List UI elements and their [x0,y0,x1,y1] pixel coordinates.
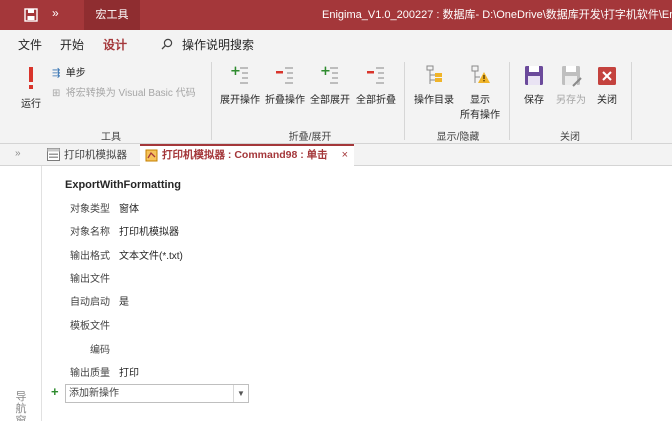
close-label: 关闭 [597,95,617,106]
arg-label: 自动启动 [70,297,110,308]
arg-encoding: 编码 [90,341,110,356]
close-button[interactable]: 关闭 [590,64,624,106]
expand-action-button[interactable]: + 展开操作 [218,64,262,106]
svg-text:+: + [230,64,241,79]
window-title: Enigima_V1.0_200227 : 数据库- D:\OneDrive\数… [322,9,672,21]
arg-label: 输出文件 [70,274,110,285]
group-divider [631,62,632,140]
arg-value[interactable]: 打印 [119,364,139,379]
arg-template-file: 模板文件 [70,317,110,332]
show-all-actions-button[interactable]: 显示 所有操作 [457,64,503,121]
convert-macro-icon: ⊞ [52,88,61,99]
ribbon: 运行 ⇶ 单步 ⊞ 将宏转换为 Visual Basic 代码 工具 + 展开操… [0,56,672,144]
save-as-label: 另存为 [556,95,586,106]
convert-macro-label: 将宏转换为 Visual Basic 代码 [65,88,196,99]
save-label: 保存 [524,95,544,106]
collapse-action-icon [276,67,293,84]
run-icon [29,67,33,89]
run-button[interactable]: 运行 [14,66,48,110]
svg-text:+: + [320,64,331,79]
collapse-all-button[interactable]: 全部折叠 [354,64,398,106]
form-icon [47,148,60,161]
expand-action-icon: + [230,64,248,84]
navigation-pane-label: 导航窗格 [15,391,27,421]
close-icon [598,67,616,85]
tell-me-search[interactable]: 操作说明搜索 [182,36,254,53]
quick-access-more-icon[interactable]: » [52,6,59,20]
context-tab-macro-tools: 宏工具 [84,0,140,30]
expand-all-label: 全部展开 [310,95,350,106]
nav-pane-toggle-icon[interactable]: » [15,148,21,159]
doc-tab-label: 打印机模拟器 : Command98 : 单击 [162,149,328,161]
convert-macro-button[interactable]: ⊞ 将宏转换为 Visual Basic 代码 [52,84,196,99]
document-tabs: » 打印机模拟器 打印机模拟器 : Command98 : 单击 × [0,144,672,166]
action-catalog-icon [426,65,442,84]
save-as-icon [562,66,582,87]
group-divider [509,62,510,140]
arg-label: 对象名称 [70,227,110,238]
add-action-plus-icon: + [51,384,59,399]
chevron-down-icon[interactable]: ▼ [233,385,248,402]
group-label-show-hide: 显示/隐藏 [436,132,480,143]
macro-icon [145,149,158,162]
arg-auto-start: 自动启动 是 [70,293,129,308]
action-catalog-label: 操作目录 [414,95,454,106]
add-new-action-placeholder: 添加新操作 [69,388,119,399]
arg-output-format: 输出格式 文本文件(*.txt) [70,247,183,262]
arg-label: 输出质量 [70,368,110,379]
show-all-actions-icon [471,65,490,83]
ribbon-tabs: 文件 开始 设计 [0,30,672,58]
tab-home[interactable]: 开始 [60,36,84,53]
arg-output-quality: 输出质量 打印 [70,364,139,379]
doc-tab-label: 打印机模拟器 [64,149,127,161]
macro-action-name[interactable]: ExportWithFormatting [65,179,181,191]
save-icon[interactable] [24,8,38,22]
save-as-button[interactable]: 另存为 [553,64,589,106]
close-tab-icon[interactable]: × [342,146,348,165]
search-icon[interactable] [161,38,173,50]
show-all-actions-label-1: 显示 [470,95,490,106]
arg-value[interactable]: 文本文件(*.txt) [119,247,183,262]
group-label-tools: 工具 [101,132,121,143]
action-catalog-button[interactable]: 操作目录 [411,64,457,106]
arg-object-name: 对象名称 打印机模拟器 [70,223,179,238]
tab-design[interactable]: 设计 [103,36,128,58]
macro-designer: ExportWithFormatting 对象类型 窗体 对象名称 打印机模拟器… [43,167,672,421]
single-step-icon: ⇶ [52,68,61,79]
collapse-all-icon [367,67,384,84]
arg-output-file: 输出文件 [70,270,110,285]
group-label-collapse-expand: 折叠/展开 [288,132,332,143]
group-divider [404,62,405,140]
expand-all-icon: + [320,64,338,84]
arg-label: 模板文件 [70,321,110,332]
save-button[interactable]: 保存 [516,64,552,106]
add-new-action-combo[interactable]: 添加新操作 ▼ [65,384,249,403]
save-icon [525,66,543,85]
show-all-actions-label-2: 所有操作 [460,110,500,121]
expand-action-label: 展开操作 [220,95,260,106]
tab-file[interactable]: 文件 [18,36,42,53]
title-bar: » 宏工具 Enigima_V1.0_200227 : 数据库- D:\OneD… [0,0,672,30]
group-label-close: 关闭 [560,132,580,143]
arg-object-type: 对象类型 窗体 [70,200,139,215]
collapse-action-button[interactable]: 折叠操作 [263,64,307,106]
arg-value[interactable]: 窗体 [119,200,139,215]
single-step-button[interactable]: ⇶ 单步 [52,64,86,79]
navigation-pane-collapsed[interactable]: 导航窗格 [0,166,42,421]
single-step-label: 单步 [65,68,86,79]
doc-tab-macro-command98[interactable]: 打印机模拟器 : Command98 : 单击 × [140,144,354,166]
expand-all-button[interactable]: + 全部展开 [308,64,352,106]
run-label: 运行 [21,99,41,110]
collapse-all-label: 全部折叠 [356,95,396,106]
arg-label: 输出格式 [70,251,110,262]
arg-value[interactable]: 是 [119,293,129,308]
doc-tab-printer-simulator[interactable]: 打印机模拟器 [42,144,138,166]
arg-label: 编码 [90,345,110,356]
arg-label: 对象类型 [70,204,110,215]
arg-value[interactable]: 打印机模拟器 [119,223,179,238]
collapse-action-label: 折叠操作 [265,95,305,106]
group-divider [211,62,212,140]
